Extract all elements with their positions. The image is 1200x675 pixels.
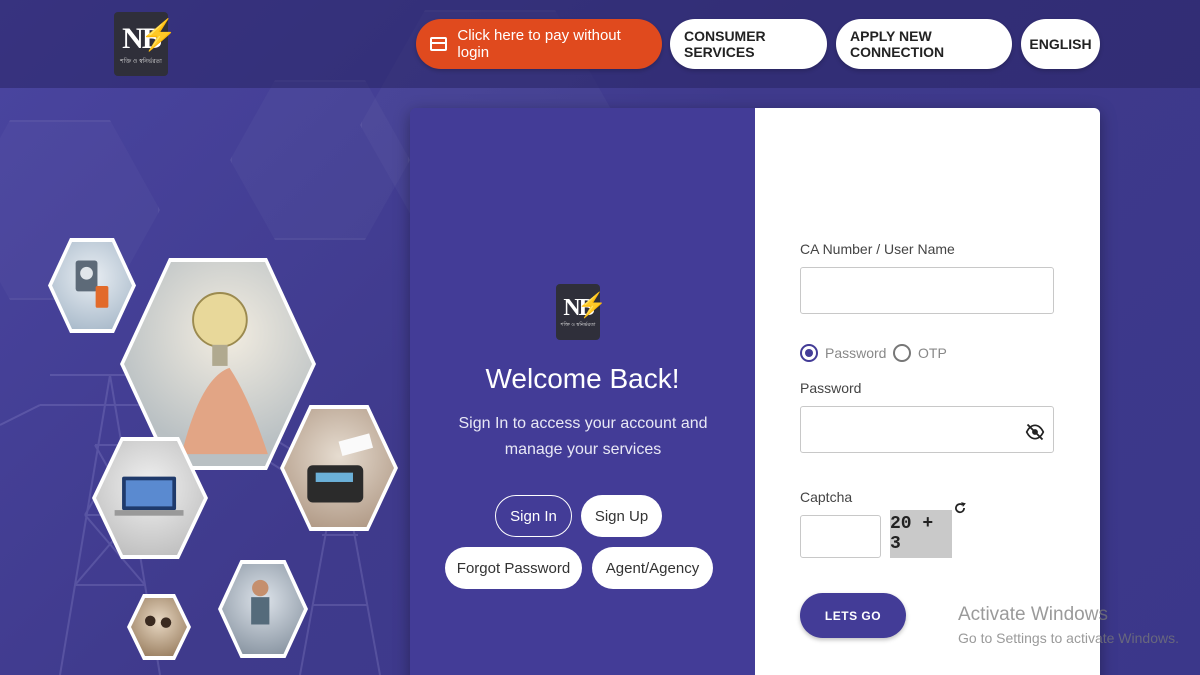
watermark-title: Activate Windows <box>958 604 1108 625</box>
welcome-title: Welcome Back! <box>485 363 680 394</box>
logo-tagline: শক্তি ও স্বনির্ভরতা <box>560 321 596 328</box>
password-radio-label: Password <box>825 345 887 361</box>
language-button[interactable]: ENGLISH <box>1021 19 1100 69</box>
windows-activation-watermark: Activate Windows Go to Settings to activ… <box>958 604 1179 646</box>
pay-without-login-button[interactable]: Click here to pay without login <box>416 19 662 69</box>
password-input[interactable] <box>800 406 1054 453</box>
lets-go-button[interactable]: LETS GO <box>800 593 906 638</box>
otp-radio[interactable] <box>893 344 911 362</box>
sign-up-label: Sign Up <box>594 507 649 525</box>
bolt-icon: ⚡ <box>140 18 177 52</box>
brand-logo[interactable]: NB ⚡ শক্তি ও স্বনির্ভরতা <box>114 12 178 76</box>
otp-radio-label: OTP <box>918 345 947 361</box>
bolt-icon: ⚡ <box>577 292 607 319</box>
watermark-subtitle: Go to Settings to activate Windows. <box>958 630 1179 646</box>
agent-agency-button[interactable]: Agent/Agency <box>592 547 713 589</box>
refresh-icon[interactable] <box>953 501 967 515</box>
consumer-services-button[interactable]: CONSUMER SERVICES <box>670 19 827 69</box>
lets-go-label: LETS GO <box>824 608 882 623</box>
password-field-label: Password <box>800 380 862 396</box>
captcha-question: 20 + 3 <box>890 514 934 554</box>
card-icon <box>430 37 448 51</box>
sign-up-button[interactable]: Sign Up <box>581 495 662 537</box>
sign-in-label: Sign In <box>510 507 557 525</box>
user-field-label: CA Number / User Name <box>800 241 955 257</box>
login-form: CA Number / User Name Password OTP Passw… <box>755 108 1100 675</box>
consumer-services-label: CONSUMER SERVICES <box>684 28 766 60</box>
ca-number-input[interactable] <box>800 267 1054 314</box>
forgot-password-label: Forgot Password <box>456 559 571 577</box>
login-panel: NB ⚡ শক্তি ও স্বনির্ভরতা Welcome Back! Si… <box>410 108 1100 675</box>
apply-new-connection-button[interactable]: APPLY NEW CONNECTION <box>836 19 1012 69</box>
sign-in-button[interactable]: Sign In <box>495 495 572 537</box>
password-radio[interactable] <box>800 344 818 362</box>
welcome-logo: NB ⚡ শক্তি ও স্বনির্ভরতা <box>556 284 607 340</box>
welcome-subtitle: Sign In to access your account and manag… <box>458 415 708 458</box>
eye-off-icon[interactable] <box>1025 422 1045 442</box>
agent-agency-label: Agent/Agency <box>605 559 700 577</box>
language-label: ENGLISH <box>1029 36 1092 52</box>
forgot-password-button[interactable]: Forgot Password <box>445 547 582 589</box>
apply-connection-label: APPLY NEW CONNECTION <box>850 28 945 60</box>
welcome-section: NB ⚡ শক্তি ও স্বনির্ভরতা Welcome Back! Si… <box>410 108 755 675</box>
captcha-image: 20 + 3 <box>890 510 952 558</box>
logo-tagline: শক্তি ও স্বনির্ভরতা <box>120 58 162 65</box>
captcha-input[interactable] <box>800 515 881 558</box>
pay-button-label: Click here to pay without login <box>457 27 621 61</box>
captcha-field-label: Captcha <box>800 489 853 505</box>
